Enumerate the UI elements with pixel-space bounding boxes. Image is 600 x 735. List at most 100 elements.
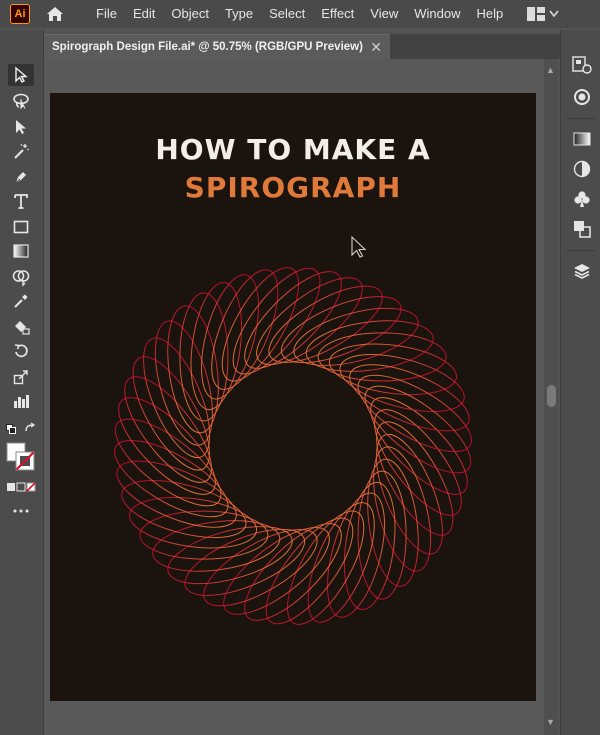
color-mode-buttons[interactable] — [5, 476, 37, 498]
spirograph-curve — [114, 418, 222, 507]
spirograph-curve — [201, 274, 259, 400]
menu-view[interactable]: View — [362, 0, 406, 28]
spirograph-curve — [143, 337, 211, 459]
document-tab[interactable]: Spirograph Design File.ai* @ 50.75% (RGB… — [44, 34, 390, 59]
home-button[interactable] — [44, 3, 66, 25]
mouse-cursor-icon — [351, 235, 367, 258]
graph-tool[interactable] — [8, 390, 34, 412]
menu-bar: Ai File Edit Object Type Select Effect V… — [0, 0, 600, 28]
chevron-down-icon — [549, 10, 559, 18]
swap-colors-icon — [25, 422, 36, 432]
spirograph-curve — [154, 320, 213, 446]
menu-edit[interactable]: Edit — [125, 0, 163, 28]
spirograph-curve — [121, 480, 247, 538]
transparency-panel-button[interactable] — [571, 158, 593, 180]
menu-select[interactable]: Select — [261, 0, 313, 28]
rotate-icon — [14, 344, 28, 358]
column-graph-icon — [14, 395, 29, 408]
eyedropper-icon — [14, 294, 28, 308]
spirograph-curve — [327, 492, 385, 618]
default-colors-icon — [6, 424, 16, 434]
symbols-panel-button[interactable] — [571, 188, 593, 210]
scroll-down-icon[interactable]: ▼ — [546, 717, 555, 727]
spirograph-curve — [293, 307, 419, 366]
dock-separator — [567, 250, 595, 251]
live-paint-tool[interactable] — [8, 316, 34, 338]
appearance-icon — [574, 89, 590, 105]
canvas-area[interactable]: HOW TO MAKE A SPIROGRAPH — [44, 59, 544, 735]
spirograph-curve — [375, 433, 443, 555]
spirograph-curve — [357, 374, 472, 453]
more-dots-icon — [13, 509, 29, 513]
eyedropper-tool[interactable] — [8, 290, 34, 312]
spirograph-curve — [167, 526, 293, 585]
spirograph-curve — [364, 385, 472, 474]
artboard[interactable]: HOW TO MAKE A SPIROGRAPH — [50, 93, 536, 701]
menu-type[interactable]: Type — [217, 0, 261, 28]
direct-selection-icon — [16, 120, 26, 134]
gradient-icon — [13, 244, 29, 258]
spirograph-curve — [280, 296, 402, 364]
workspace-switcher[interactable] — [527, 7, 559, 21]
menu-effect[interactable]: Effect — [313, 0, 362, 28]
scale-icon — [13, 370, 28, 385]
layers-icon — [574, 264, 590, 279]
lasso-tool[interactable] — [8, 90, 34, 112]
document-tab-bar: Spirograph Design File.ai* @ 50.75% (RGB… — [44, 34, 560, 59]
menu-file[interactable]: File — [88, 0, 125, 28]
selection-tool[interactable] — [8, 64, 34, 86]
selection-arrow-icon — [15, 66, 28, 83]
gradient-tool[interactable] — [8, 240, 34, 262]
gradient-panel-icon — [573, 132, 591, 146]
default-colors-and-swap[interactable] — [6, 418, 36, 440]
gradient-panel-button[interactable] — [571, 128, 593, 150]
shape-builder-icon — [12, 270, 30, 287]
dock-separator — [567, 118, 595, 119]
live-paint-bucket-icon — [15, 321, 30, 335]
spirograph-curve — [114, 439, 229, 518]
magic-wand-icon — [14, 144, 29, 159]
close-icon[interactable]: ✕ — [370, 39, 382, 56]
magic-wand-tool[interactable] — [8, 140, 34, 162]
spirograph-artwork[interactable] — [50, 93, 536, 701]
vertical-scrollbar[interactable]: ▲ ▼ — [544, 59, 558, 735]
spirograph-curve — [184, 528, 306, 596]
home-icon — [47, 7, 63, 21]
transparency-icon — [573, 160, 591, 178]
spirograph-curve — [232, 267, 321, 375]
more-tools-button[interactable] — [8, 500, 34, 522]
fill-stroke-icon — [6, 442, 35, 471]
scroll-up-icon[interactable]: ▲ — [546, 65, 555, 75]
workspace-grid-icon — [527, 7, 546, 21]
scroll-thumb[interactable] — [547, 385, 556, 407]
rotate-tool[interactable] — [8, 340, 34, 362]
rectangle-icon — [13, 220, 29, 234]
appearance-panel-button[interactable] — [571, 86, 593, 108]
menu-help[interactable]: Help — [468, 0, 511, 28]
spirograph-curve — [373, 446, 432, 572]
pathfinder-icon — [574, 221, 591, 238]
fill-stroke-swatches[interactable] — [5, 440, 37, 474]
menu-window[interactable]: Window — [406, 0, 468, 28]
type-tool[interactable] — [8, 190, 34, 212]
properties-panel-button[interactable] — [571, 54, 593, 76]
shape-builder-tool[interactable] — [8, 266, 34, 288]
pathfinder-panel-button[interactable] — [571, 218, 593, 240]
spirograph-curve — [286, 510, 365, 625]
tools-panel — [0, 30, 44, 735]
pen-tool[interactable] — [8, 166, 34, 188]
lasso-icon — [13, 93, 29, 110]
menu-items: File Edit Object Type Select Effect View… — [88, 0, 511, 28]
spirograph-curves — [114, 267, 472, 625]
spirograph-curve — [265, 517, 354, 625]
layers-panel-button[interactable] — [571, 260, 593, 282]
type-icon — [14, 194, 28, 209]
menu-object[interactable]: Object — [163, 0, 217, 28]
symbols-club-icon — [574, 191, 590, 207]
scale-tool[interactable] — [8, 366, 34, 388]
document-tab-title: Spirograph Design File.ai* @ 50.75% (RGB… — [52, 41, 363, 53]
direct-selection-tool[interactable] — [8, 116, 34, 138]
rectangle-tool[interactable] — [8, 216, 34, 238]
pen-icon — [15, 172, 26, 184]
spirograph-curve — [339, 354, 465, 412]
